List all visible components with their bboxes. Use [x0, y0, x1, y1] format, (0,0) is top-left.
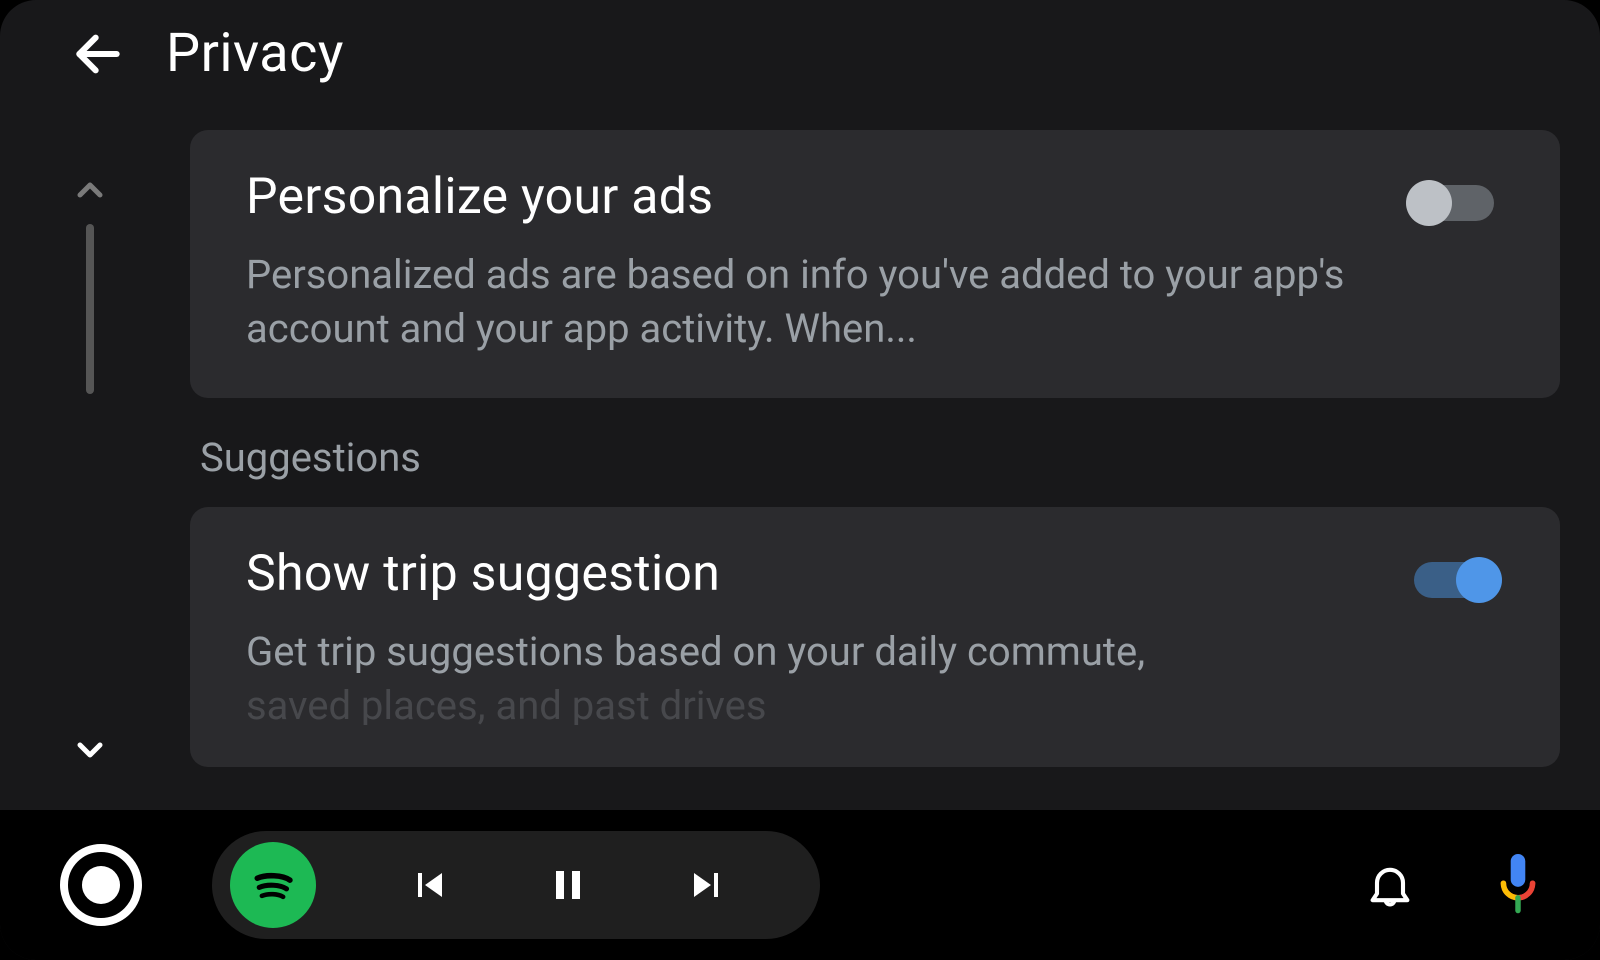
toggle-trip-suggestion[interactable] — [1404, 553, 1504, 607]
scroll-indicator[interactable] — [0, 130, 180, 810]
bell-icon[interactable] — [1364, 859, 1416, 911]
toggle-personalize-ads[interactable] — [1404, 176, 1504, 230]
header: Privacy — [0, 0, 1600, 107]
setting-title: Show trip suggestion — [246, 545, 1354, 603]
page-title: Privacy — [166, 22, 344, 85]
content-area: Personalize your ads Personalized ads ar… — [0, 130, 1600, 810]
scroll-track[interactable] — [86, 224, 94, 394]
setting-trip-suggestion[interactable]: Show trip suggestion Get trip suggestion… — [190, 507, 1560, 767]
chevron-down-icon[interactable] — [70, 730, 110, 770]
section-label-suggestions: Suggestions — [200, 434, 1560, 481]
back-arrow-icon[interactable] — [70, 26, 126, 82]
setting-title: Personalize your ads — [246, 168, 1354, 226]
skip-next-icon[interactable] — [682, 861, 730, 909]
spotify-icon[interactable] — [230, 842, 316, 928]
google-mic-icon[interactable] — [1496, 854, 1540, 916]
setting-description: Personalized ads are based on info you'v… — [246, 248, 1354, 356]
setting-personalize-ads[interactable]: Personalize your ads Personalized ads ar… — [190, 130, 1560, 398]
home-circle-icon[interactable] — [60, 844, 142, 926]
skip-previous-icon[interactable] — [406, 861, 454, 909]
chevron-up-icon[interactable] — [70, 170, 110, 210]
pause-icon[interactable] — [544, 861, 592, 909]
setting-description: Get trip suggestions based on your daily… — [246, 625, 1354, 725]
media-controls-pill — [212, 831, 820, 939]
settings-list: Personalize your ads Personalized ads ar… — [180, 130, 1600, 810]
bottom-nav-bar — [0, 810, 1600, 960]
